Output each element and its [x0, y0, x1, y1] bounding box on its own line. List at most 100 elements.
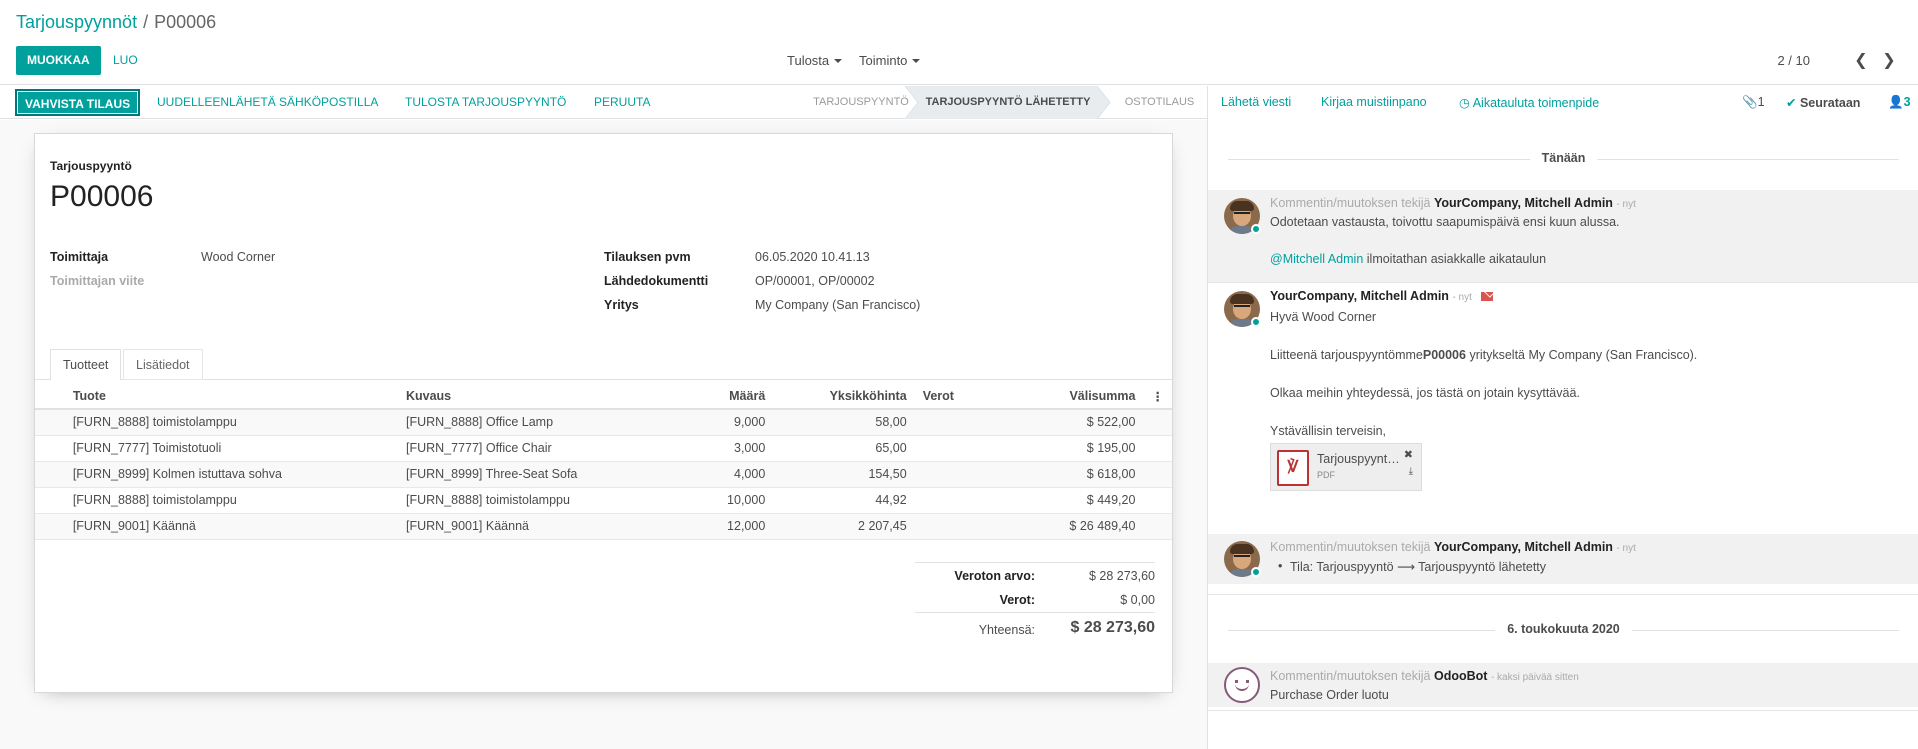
taxes-label: Verot: [999, 593, 1035, 607]
message-closing: Ystävällisin terveisin, [1270, 424, 1387, 438]
followers-count: 3 [1903, 95, 1911, 109]
online-status-icon [1251, 567, 1261, 577]
total-label: Yhteensä: [978, 623, 1035, 637]
cancel-button[interactable]: PERUUTA [591, 89, 653, 116]
row-quantity: 9,000 [695, 409, 774, 436]
paperclip-icon: 📎 [1742, 95, 1758, 109]
order-date-label: Tilauksen pvm [604, 250, 691, 264]
row-end [1143, 435, 1172, 462]
print-dropdown[interactable]: Tulosta [787, 46, 843, 75]
message-divider [1208, 710, 1918, 711]
message-author[interactable]: YourCompany, Mitchell Admin [1434, 196, 1613, 210]
attachments-button[interactable]: 📎1 [1742, 95, 1765, 110]
user-icon: 👤 [1888, 95, 1904, 109]
day-separator-label: Tänään [1529, 151, 1598, 165]
row-subtotal: $ 522,00 [994, 409, 1144, 436]
table-header-row: Tuote Kuvaus Määrä Yksikköhinta Verot Vä… [35, 384, 1172, 410]
followers-button[interactable]: 👤3 [1888, 95, 1911, 110]
stage-rfq[interactable]: TARJOUSPYYNTÖ [805, 86, 917, 119]
chatter-tracking-note: Kommentin/muutoksen tekijä YourCompany, … [1208, 534, 1918, 584]
message-header: YourCompany, Mitchell Admin - nyt [1270, 289, 1494, 303]
row-subtotal: $ 449,20 [994, 487, 1144, 514]
breadcrumb-parent[interactable]: Tarjouspyynnöt [16, 12, 137, 32]
caret-down-icon [912, 59, 921, 63]
following-label: Seurataan [1799, 96, 1861, 110]
log-note-button[interactable]: Kirjaa muistiinpano [1321, 95, 1427, 109]
row-description: [FURN_8888] Office Lamp [397, 409, 696, 436]
stage-purchase-order[interactable]: OSTOTILAUS [1112, 86, 1207, 119]
table-row[interactable]: [FURN_9001] Käännä [FURN_9001] Käännä 12… [35, 513, 1172, 540]
attachment-name[interactable]: Tarjouspyyntö - P00006 [1317, 452, 1402, 466]
form-sheet: Tarjouspyyntö P00006 Toimittaja Wood Cor… [34, 133, 1173, 693]
online-status-icon [1251, 224, 1261, 234]
chevron-right-icon[interactable]: ❯ [1877, 46, 1901, 75]
chatter-message: YourCompany, Mitchell Admin - nyt Hyvä W… [1208, 283, 1918, 463]
envelope-icon[interactable] [1481, 292, 1494, 301]
tab-other-info[interactable]: Lisätiedot [123, 349, 203, 380]
row-end [1143, 487, 1172, 514]
create-button[interactable]: LUO [113, 46, 138, 75]
following-button[interactable]: ✔ Seurataan [1786, 95, 1860, 110]
statusbar: VAHVISTA TILAUS UUDELLEENLÄHETÄ SÄHKÖPOS… [0, 86, 1207, 119]
table-header-spacer [35, 384, 65, 410]
message-line-mention: @Mitchell Admin ilmoitathan asiakkalle a… [1270, 252, 1546, 266]
column-description[interactable]: Kuvaus [397, 384, 696, 410]
close-icon[interactable]: ✖ [1404, 448, 1413, 461]
message-greeting: Hyvä Wood Corner [1270, 310, 1377, 324]
action-dropdown[interactable]: Toiminto [859, 46, 921, 75]
tab-products[interactable]: Tuotteet [50, 349, 122, 380]
breadcrumb-current: P00006 [154, 12, 217, 32]
schedule-activity-button[interactable]: ◷ Aikatauluta toimenpide [1459, 95, 1599, 110]
row-taxes [914, 435, 995, 462]
row-quantity: 12,000 [695, 513, 774, 540]
row-unit-price: 58,00 [773, 409, 915, 436]
row-taxes [914, 487, 995, 514]
attachment-card[interactable]: ℣ Tarjouspyyntö - P00006 PDF ✖ ⤓ [1270, 443, 1422, 491]
row-spacer [35, 487, 65, 514]
send-message-button[interactable]: Lähetä viesti [1221, 95, 1291, 109]
row-quantity: 3,000 [695, 435, 774, 462]
vendor-value[interactable]: Wood Corner [201, 250, 275, 264]
download-icon[interactable]: ⤓ [1409, 466, 1413, 477]
column-subtotal[interactable]: Välisumma [994, 384, 1144, 410]
message-author[interactable]: OdooBot [1434, 669, 1487, 683]
message-header: Kommentin/muutoksen tekijä YourCompany, … [1270, 196, 1636, 210]
document-name: P00006 [50, 180, 154, 213]
taxes-value: $ 0,00 [1120, 593, 1155, 607]
pager-value[interactable]: 2 / 10 [1777, 46, 1810, 75]
column-unit-price[interactable]: Yksikköhinta [773, 384, 915, 410]
column-options-icon[interactable]: ⋮ [1143, 384, 1172, 410]
column-quantity[interactable]: Määrä [695, 384, 774, 410]
column-taxes[interactable]: Verot [914, 384, 995, 410]
untaxed-amount-row: Veroton arvo: $ 28 273,60 [915, 562, 1155, 587]
company-value[interactable]: My Company (San Francisco) [755, 298, 920, 312]
edit-button[interactable]: MUOKKAA [16, 46, 101, 75]
vendor-reference-label: Toimittajan viite [50, 274, 145, 288]
attachment-extension: PDF [1317, 470, 1335, 480]
row-taxes [914, 513, 995, 540]
message-author[interactable]: YourCompany, Mitchell Admin [1270, 289, 1449, 303]
table-row[interactable]: [FURN_8888] toimistolamppu [FURN_8888] t… [35, 487, 1172, 514]
message-prefix: Kommentin/muutoksen tekijä [1270, 196, 1431, 210]
mention-link[interactable]: @Mitchell Admin [1270, 252, 1363, 266]
message-prefix: Kommentin/muutoksen tekijä [1270, 669, 1431, 683]
confirm-order-button[interactable]: VAHVISTA TILAUS [15, 89, 141, 116]
odoobot-avatar[interactable] [1224, 667, 1260, 703]
chatter: Lähetä viesti Kirjaa muistiinpano ◷ Aika… [1207, 86, 1918, 749]
row-end [1143, 409, 1172, 436]
column-product[interactable]: Tuote [64, 384, 398, 410]
row-spacer [35, 435, 65, 462]
row-unit-price: 65,00 [773, 435, 915, 462]
message-line-rest: ilmoitathan asiakkalle aikataulun [1366, 252, 1547, 266]
tab-divider [35, 379, 1172, 380]
chevron-left-icon[interactable]: ❮ [1849, 46, 1873, 75]
message-author[interactable]: YourCompany, Mitchell Admin [1434, 540, 1613, 554]
resend-email-button[interactable]: UUDELLEENLÄHETÄ SÄHKÖPOSTILLA [154, 89, 381, 116]
message-date: - nyt [1452, 292, 1472, 303]
print-rfq-button[interactable]: TULOSTA TARJOUSPYYNTÖ [402, 89, 569, 116]
stage-rfq-sent[interactable]: TARJOUSPYYNTÖ LÄHETETTY [918, 86, 1098, 119]
message-prefix: Kommentin/muutoksen tekijä [1270, 540, 1431, 554]
table-row[interactable]: [FURN_7777] Toimistotuoli [FURN_7777] Of… [35, 435, 1172, 462]
table-row[interactable]: [FURN_8999] Kolmen istuttava sohva [FURN… [35, 461, 1172, 488]
table-row[interactable]: [FURN_8888] toimistolamppu [FURN_8888] O… [35, 409, 1172, 436]
